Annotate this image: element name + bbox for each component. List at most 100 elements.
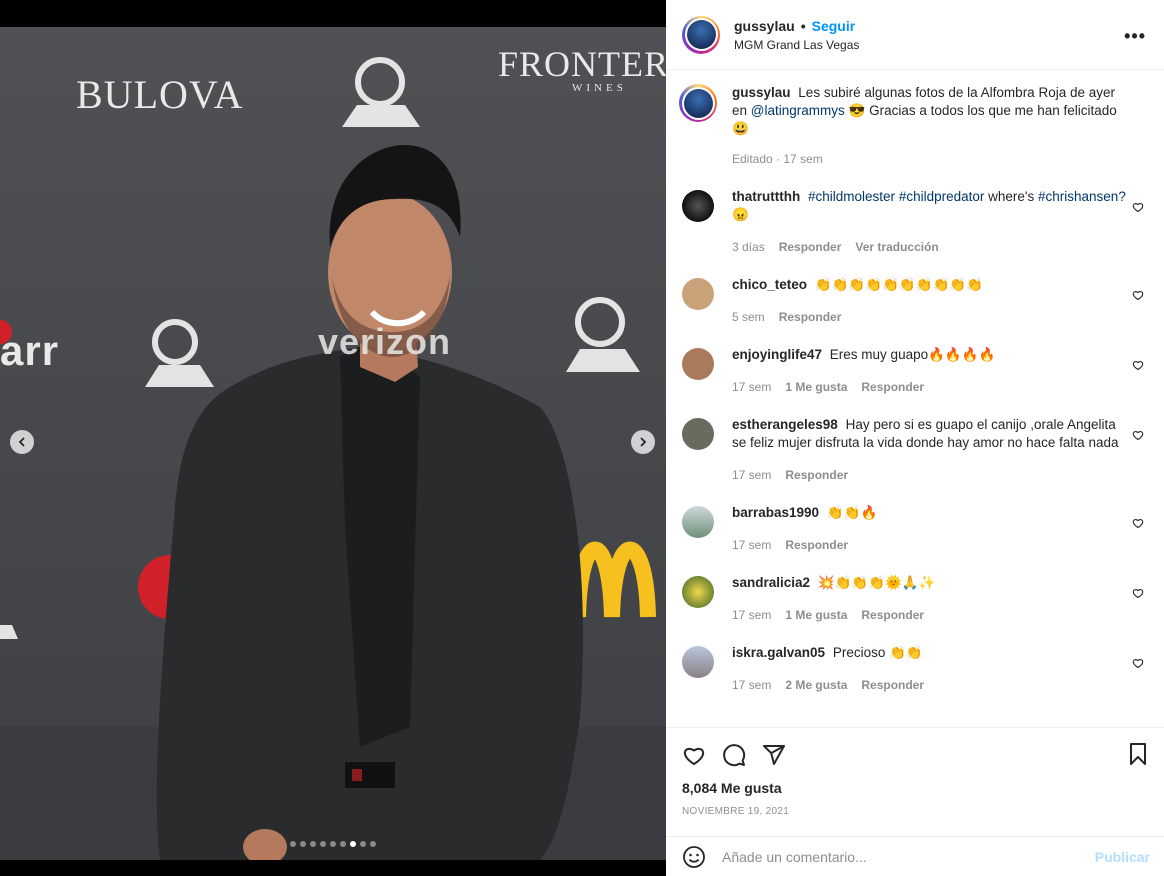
caption-avatar[interactable]: [679, 84, 717, 122]
comment-emoji: 😠: [732, 207, 749, 222]
comment-avatar[interactable]: [682, 278, 714, 310]
comment-text: Precioso 👏👏: [832, 645, 923, 660]
comment-like-button[interactable]: [1132, 516, 1144, 529]
comment-likes[interactable]: 1 Me gusta: [785, 608, 847, 622]
carousel-next-button[interactable]: [631, 430, 655, 454]
carousel-dot: [360, 841, 366, 847]
comment-username[interactable]: barrabas1990: [732, 505, 819, 520]
like-heart-icon[interactable]: [682, 743, 706, 767]
brand-partial-arr: arr: [0, 327, 60, 374]
carousel-dot: [300, 841, 306, 847]
comment-time: 5 sem: [732, 310, 765, 324]
heart-icon: [1132, 291, 1144, 301]
post-media: BULOVA FRONTER WINES arr verizon: [0, 0, 666, 876]
comment-item: iskra.galvan05 Precioso 👏👏 17 sem 2 Me g…: [682, 644, 1148, 692]
comment-like-button[interactable]: [1132, 288, 1144, 301]
caption: gussylau Les subiré algunas fotos de la …: [679, 84, 1148, 166]
comment-item: barrabas1990 👏👏🔥 17 sem Responder: [682, 504, 1148, 552]
heart-icon: [1132, 659, 1144, 669]
reply-button[interactable]: Responder: [861, 608, 924, 622]
comment-time: 3 días: [732, 240, 765, 254]
bookmark-icon[interactable]: [1126, 742, 1150, 766]
publish-button[interactable]: Publicar: [1095, 849, 1150, 865]
comment-username[interactable]: estherangeles98: [732, 417, 838, 432]
brand-bulova: BULOVA: [76, 72, 244, 117]
post-sidebar: gussylau • Seguir MGM Grand Las Vegas ••…: [666, 0, 1164, 876]
reply-button[interactable]: Responder: [785, 468, 848, 482]
share-send-icon[interactable]: [762, 743, 786, 767]
heart-icon: [1132, 589, 1144, 599]
comment-hashtag[interactable]: #childmolester: [808, 189, 895, 204]
comment-avatar[interactable]: [682, 646, 714, 678]
reply-button[interactable]: Responder: [785, 538, 848, 552]
comment-like-button[interactable]: [1132, 358, 1144, 371]
comment-likes[interactable]: 1 Me gusta: [785, 380, 847, 394]
comment-like-button[interactable]: [1132, 200, 1144, 213]
comments-list[interactable]: gussylau Les subiré algunas fotos de la …: [666, 70, 1164, 726]
brand-frontera-wines: WINES: [572, 82, 627, 94]
red-carpet-photo: [0, 57, 666, 860]
heart-icon: [1132, 361, 1144, 371]
heart-icon: [1132, 431, 1144, 441]
caption-meta: Editado · 17 sem: [732, 152, 823, 166]
caption-username[interactable]: gussylau: [732, 85, 791, 100]
heart-icon: [1132, 519, 1144, 529]
comment-avatar[interactable]: [682, 418, 714, 450]
carousel-dot: [350, 841, 356, 847]
comment-composer: Publicar: [666, 836, 1164, 876]
comment-like-button[interactable]: [1132, 428, 1144, 441]
comment-hashtag[interactable]: #childpredator: [899, 189, 985, 204]
comment-bubble-icon[interactable]: [722, 743, 746, 767]
comment-hashtag[interactable]: #chrishansen?: [1038, 189, 1126, 204]
comment-time: 17 sem: [732, 678, 772, 692]
follow-button[interactable]: Seguir: [812, 18, 856, 34]
comment-likes[interactable]: 2 Me gusta: [785, 678, 847, 692]
comment-username[interactable]: chico_teteo: [732, 277, 807, 292]
author-username[interactable]: gussylau: [734, 18, 795, 34]
comment-text: 👏👏👏👏👏👏👏👏👏👏: [814, 277, 983, 292]
comment-like-button[interactable]: [1132, 656, 1144, 669]
heart-icon: [1132, 203, 1144, 213]
carousel-dot: [370, 841, 376, 847]
likes-count[interactable]: 8,084 Me gusta: [682, 780, 1148, 796]
comment-username[interactable]: enjoyinglife47: [732, 347, 822, 362]
comment-time: 17 sem: [732, 380, 772, 394]
post-photo[interactable]: BULOVA FRONTER WINES arr verizon: [0, 27, 666, 860]
post-header: gussylau • Seguir MGM Grand Las Vegas ••…: [666, 0, 1164, 70]
chevron-left-icon: [18, 437, 25, 447]
comment-time: 17 sem: [732, 608, 772, 622]
translate-button[interactable]: Ver traducción: [855, 240, 938, 254]
author-avatar[interactable]: [682, 15, 720, 54]
carousel-prev-button[interactable]: [10, 430, 34, 454]
carousel-dot: [320, 841, 326, 847]
comment-time: 17 sem: [732, 468, 772, 482]
reply-button[interactable]: Responder: [861, 380, 924, 394]
comment-avatar[interactable]: [682, 348, 714, 380]
comment-text: 💥👏👏👏🌞🙏✨: [817, 575, 936, 590]
brand-frontera: FRONTER: [498, 44, 666, 84]
comment-avatar[interactable]: [682, 576, 714, 608]
comment-item: thatruttthh #childmolester #childpredato…: [682, 188, 1148, 254]
post-actions: 8,084 Me gusta NOVIEMBRE 19, 2021: [666, 727, 1164, 835]
reply-button[interactable]: Responder: [861, 678, 924, 692]
post-date: NOVIEMBRE 19, 2021: [682, 806, 790, 817]
more-options-icon[interactable]: •••: [1124, 26, 1146, 47]
caption-mention[interactable]: @latingrammys: [751, 103, 845, 118]
reply-button[interactable]: Responder: [779, 240, 842, 254]
carousel-dot: [330, 841, 336, 847]
comment-avatar[interactable]: [682, 506, 714, 538]
comment-text: where's: [988, 189, 1035, 204]
comment-item: chico_teteo 👏👏👏👏👏👏👏👏👏👏 5 sem Responder: [682, 276, 1148, 324]
comment-username[interactable]: sandralicia2: [732, 575, 810, 590]
reply-button[interactable]: Responder: [779, 310, 842, 324]
comment-username[interactable]: thatruttthh: [732, 189, 800, 204]
comment-item: estherangeles98 Hay pero si es guapo el …: [682, 416, 1148, 482]
comment-like-button[interactable]: [1132, 586, 1144, 599]
comment-username[interactable]: iskra.galvan05: [732, 645, 825, 660]
comment-input[interactable]: [722, 848, 1082, 865]
comment-avatar[interactable]: [682, 190, 714, 222]
emoji-icon[interactable]: [682, 845, 706, 869]
separator-dot: •: [800, 17, 806, 34]
post-location[interactable]: MGM Grand Las Vegas: [734, 38, 859, 52]
brand-verizon: verizon: [318, 321, 452, 362]
